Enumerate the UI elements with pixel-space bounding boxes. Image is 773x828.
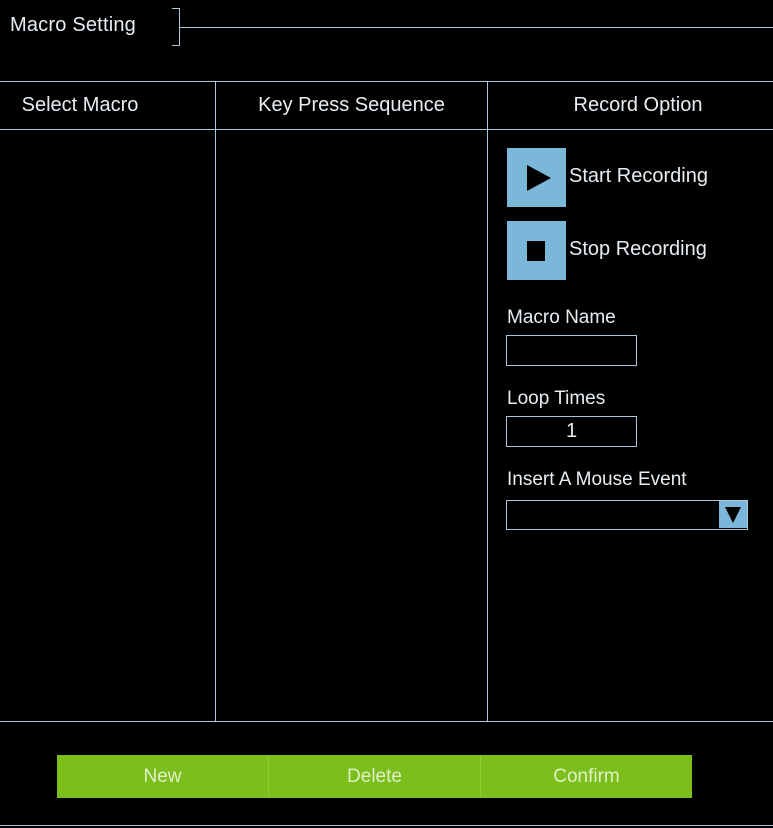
title-divider — [180, 27, 773, 28]
mouse-event-label: Insert A Mouse Event — [507, 469, 687, 490]
play-icon — [527, 165, 551, 191]
action-bar: New Delete Confirm — [57, 755, 692, 798]
column-divider-2 — [487, 81, 488, 722]
new-button[interactable]: New — [57, 755, 269, 798]
stop-icon — [527, 241, 545, 261]
column-divider-1 — [215, 81, 216, 722]
panel-bottom-border — [0, 721, 773, 722]
dropdown-button[interactable] — [719, 501, 747, 528]
start-recording-button[interactable] — [507, 148, 566, 207]
page-title: Macro Setting — [10, 14, 136, 36]
stop-recording-button[interactable] — [507, 221, 566, 280]
macro-name-label: Macro Name — [507, 307, 616, 328]
title-bracket — [172, 8, 180, 46]
key-sequence-list[interactable] — [217, 131, 486, 720]
macro-list[interactable] — [0, 131, 214, 720]
loop-times-field[interactable] — [506, 416, 637, 447]
panel-top-border — [0, 81, 773, 82]
macro-name-field[interactable] — [506, 335, 637, 366]
confirm-button[interactable]: Confirm — [481, 755, 692, 798]
start-recording-label[interactable]: Start Recording — [569, 165, 708, 188]
mouse-event-select[interactable] — [506, 500, 748, 530]
chevron-down-icon — [725, 507, 741, 523]
stop-recording-label[interactable]: Stop Recording — [569, 238, 707, 261]
select-macro-header: Select Macro — [21, 94, 139, 116]
record-option-header: Record Option — [573, 94, 703, 116]
key-press-sequence-header: Key Press Sequence — [258, 94, 445, 116]
column-header-divider — [0, 129, 773, 130]
delete-button[interactable]: Delete — [269, 755, 481, 798]
loop-times-label: Loop Times — [507, 388, 606, 409]
footer-border — [0, 825, 773, 826]
